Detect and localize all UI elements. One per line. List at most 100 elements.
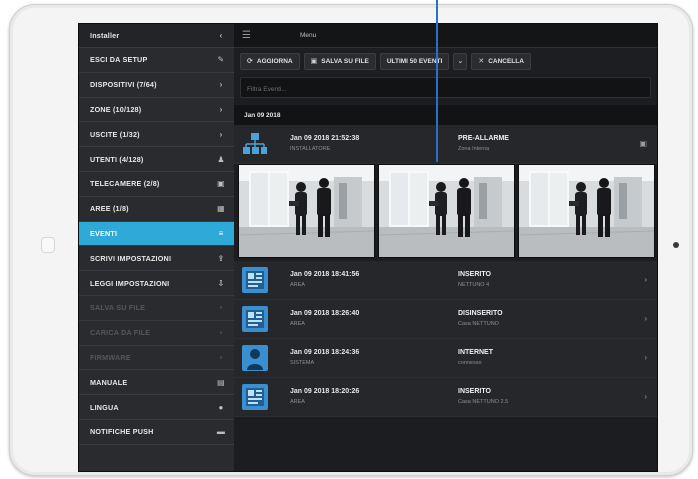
event-type: INTERNET — [458, 349, 493, 356]
filter-box — [240, 77, 651, 99]
sidebar-item-scrivi-impostazioni[interactable]: SCRIVI IMPOSTAZIONI ⇪ — [79, 246, 234, 272]
sidebar-item-utenti-4-128[interactable]: UTENTI (4/128) ♟ — [79, 147, 234, 172]
date-header: Jan 09 2018 — [234, 105, 657, 125]
panel-icon — [242, 306, 268, 332]
events-toolbar: ⟳ AGGIORNA ▣ SALVA SU FILE ULTIMI 50 EVE… — [234, 48, 657, 74]
sidebar-item-zone-10-128[interactable]: ZONE (10/128) › — [79, 98, 234, 123]
sidebar-item-label: EVENTI — [90, 228, 118, 238]
list-icon: ≡ — [218, 228, 224, 238]
sidebar-item-telecamere-2-8[interactable]: TELECAMERE (2/8) ▣ — [79, 172, 234, 197]
hamburger-icon[interactable]: ☰ — [242, 30, 264, 41]
event-detail: NETTUNO 4 — [458, 282, 490, 288]
globe-icon: ● — [218, 402, 224, 412]
event-type: INSERITO — [458, 271, 491, 278]
camera-dot — [673, 242, 679, 248]
save-icon: ▣ — [310, 58, 318, 65]
event-time: Jan 09 2018 18:24:36 — [290, 349, 360, 356]
chevron-right-icon: › — [219, 80, 223, 90]
event-type: PRE-ALLARME — [458, 135, 509, 142]
save-icon: ▪ — [219, 303, 223, 313]
event-list: Jan 09 2018 21:52:38 INSTALLATORE PRE-ALLA… — [234, 125, 657, 417]
event-row[interactable]: Jan 09 2018 21:52:38 INSTALLATORE PRE-ALLA… — [234, 125, 657, 164]
download-icon: ⇩ — [217, 278, 225, 288]
close-icon: ✕ — [478, 58, 485, 65]
sidebar-item-lingua[interactable]: LINGUA ● — [79, 395, 234, 420]
sidebar-item-label: AREE (1/8) — [90, 204, 129, 214]
top-bar: ☰ Menu — [234, 24, 657, 48]
chevron-right-icon[interactable]: › — [644, 314, 647, 323]
event-photo-strip — [234, 164, 657, 261]
sidebar-list: ESCI DA SETUP ✎ DISPOSITIVI (7/64) › ZONE (1… — [79, 48, 234, 445]
chevron-right-icon[interactable]: › — [644, 275, 647, 284]
event-row[interactable]: Jan 09 2018 18:24:36 SISTEMA INTERNET conne… — [234, 339, 657, 378]
chevron-down-icon: ⌄ — [457, 58, 464, 65]
refresh-button[interactable]: ⟳ AGGIORNA — [240, 52, 300, 70]
panel-icon — [242, 384, 268, 410]
chevron-right-icon: › — [219, 129, 223, 139]
camera-snapshot[interactable] — [378, 164, 515, 258]
sidebar-item-label: TELECAMERE (2/8) — [90, 179, 160, 189]
sidebar-item-label: USCITE (1/32) — [90, 129, 140, 139]
user-icon: ♟ — [217, 154, 225, 164]
event-detail: Zona Interna — [458, 146, 490, 152]
sidebar-item-label: SALVA SU FILE — [90, 303, 146, 313]
last-events-label: ULTIMI 50 EVENTI — [386, 57, 443, 65]
panel-icon — [242, 267, 268, 293]
sidebar-item-eventi[interactable]: EVENTI ≡ — [79, 221, 234, 247]
main-panel: ☰ Menu ⟳ AGGIORNA ▣ SALVA SU FILE ULTIMI… — [234, 24, 657, 471]
sidebar-item-leggi-impostazioni[interactable]: LEGGI IMPOSTAZIONI ⇩ — [79, 271, 234, 296]
sidebar-item-label: UTENTI (4/128) — [90, 154, 144, 164]
chevron-right-icon[interactable]: › — [644, 353, 647, 362]
save-file-label: SALVA SU FILE — [321, 57, 369, 65]
grid-icon: ▦ — [217, 204, 225, 214]
sidebar-item-firmware: FIRMWARE ▪ — [79, 346, 234, 371]
event-time: Jan 09 2018 21:52:38 — [290, 135, 360, 142]
camera-snapshot[interactable] — [238, 164, 375, 258]
chevron-right-icon[interactable]: › — [644, 392, 647, 401]
sidebar-item-uscite-1-32[interactable]: USCITE (1/32) › — [79, 122, 234, 148]
sidebar-item-dispositivi-7-64[interactable]: DISPOSITIVI (7/64) › — [79, 73, 234, 98]
event-type: INSERITO — [458, 388, 491, 395]
sidebar-item-aree-1-8[interactable]: AREE (1/8) ▦ — [79, 197, 234, 222]
home-button[interactable] — [41, 237, 55, 253]
event-row[interactable]: Jan 09 2018 18:26:40 AREA DISINSERITO Casa … — [234, 300, 657, 339]
sidebar-item-label: ESCI DA SETUP — [90, 55, 148, 65]
app-screen: Installer ‹ ESCI DA SETUP ✎ DISPOSITIVI (7… — [78, 23, 658, 472]
event-source: AREA — [290, 399, 305, 405]
event-time: Jan 09 2018 18:26:40 — [290, 310, 360, 317]
event-filter-input[interactable] — [241, 80, 650, 99]
camera-icon[interactable]: ▣ — [639, 139, 647, 148]
folder-icon: ▪ — [219, 328, 223, 338]
event-source: INSTALLATORE — [290, 146, 331, 152]
bubble-icon: ▬ — [216, 427, 226, 437]
last-events-select[interactable]: ULTIMI 50 EVENTI — [379, 52, 450, 70]
sidebar-item-esci-da-setup[interactable]: ESCI DA SETUP ✎ — [79, 48, 234, 73]
sidebar-item-label: FIRMWARE — [90, 352, 131, 362]
sidebar-item-label: SCRIVI IMPOSTAZIONI — [90, 253, 172, 263]
event-source: AREA — [290, 282, 305, 288]
refresh-icon: ⟳ — [247, 58, 253, 65]
event-time: Jan 09 2018 18:20:26 — [290, 388, 360, 395]
event-detail: Casa NETTUNO — [458, 321, 499, 327]
page-title: Menu — [300, 32, 317, 39]
chevron-left-icon[interactable]: ‹ — [216, 31, 226, 40]
camera-snapshot[interactable] — [518, 164, 655, 258]
event-row[interactable]: Jan 09 2018 18:41:56 AREA INSERITO NETTUNO … — [234, 261, 657, 300]
sidebar-item-notifiche-push[interactable]: NOTIFICHE PUSH ▬ — [79, 420, 234, 445]
sidebar-item-manuale[interactable]: MANUALE ▤ — [79, 370, 234, 396]
event-detail: Casa NETTUNO 2.5 — [458, 399, 509, 405]
event-time: Jan 09 2018 18:41:56 — [290, 271, 360, 278]
delete-button[interactable]: ✕ CANCELLA — [471, 52, 531, 70]
sidebar-item-carica-da-file: CARICA DA FILE ▪ — [79, 321, 234, 346]
sidebar-item-label: MANUALE — [90, 377, 128, 387]
sidebar-item-label: CARICA DA FILE — [90, 328, 151, 338]
event-row[interactable]: Jan 09 2018 18:20:26 AREA INSERITO Casa NET… — [234, 378, 657, 417]
event-source: AREA — [290, 321, 305, 327]
last-events-dropdown[interactable]: ⌄ — [453, 52, 468, 70]
user-icon — [242, 345, 268, 371]
tools-icon: ✎ — [217, 55, 225, 65]
sidebar-header-label: Installer — [90, 31, 120, 40]
save-file-button[interactable]: ▣ SALVA SU FILE — [303, 52, 376, 70]
refresh-label: AGGIORNA — [256, 57, 293, 65]
alarm-network-icon — [242, 131, 268, 157]
